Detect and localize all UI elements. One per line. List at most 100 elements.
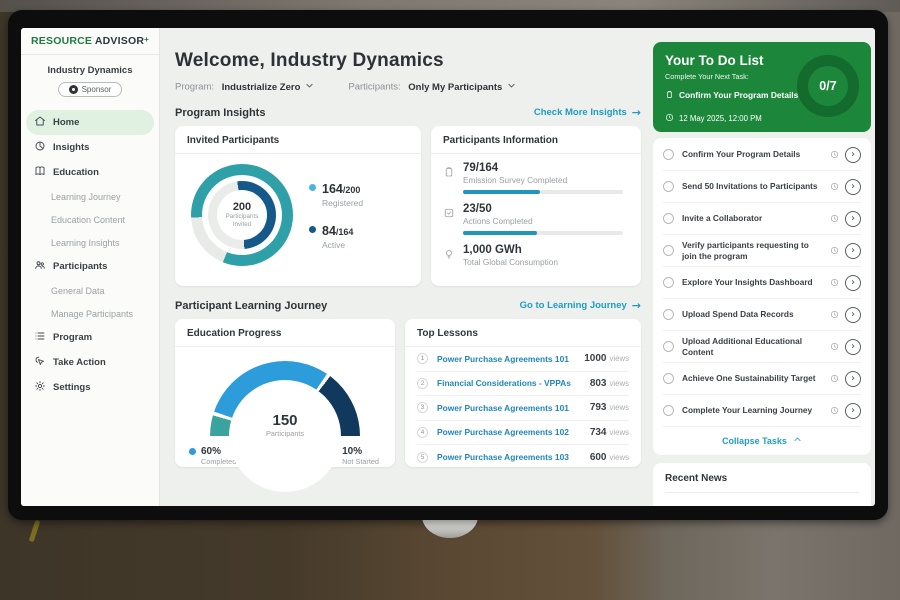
invited-participants-card: Invited Participants 200 Participants In… xyxy=(175,126,421,286)
task-go-button[interactable]: › xyxy=(845,243,861,259)
task-label: Explore Your Insights Dashboard xyxy=(682,277,825,288)
invited-donut-chart: 200 Participants Invited xyxy=(191,164,293,266)
sidebar-item-education-content[interactable]: Education Content xyxy=(21,208,159,231)
check-more-insights-link[interactable]: Check More Insights → xyxy=(534,106,641,119)
task-label: Upload Additional Educational Content xyxy=(682,336,825,358)
sidebar-item-label: Program xyxy=(53,332,92,343)
sidebar-item-program[interactable]: Program xyxy=(21,325,159,350)
lesson-row-4[interactable]: 4 Power Purchase Agreements 102 734 view… xyxy=(417,421,629,446)
task-go-button[interactable]: › xyxy=(845,403,861,419)
task-row-5[interactable]: Explore Your Insights Dashboard › xyxy=(663,267,861,299)
task-row-4[interactable]: Verify participants requesting to join t… xyxy=(663,235,861,267)
task-checkbox[interactable] xyxy=(663,245,674,256)
sidebar-item-learning-insights[interactable]: Learning Insights xyxy=(21,231,159,254)
task-go-button[interactable]: › xyxy=(845,339,861,355)
stat-global-consumption: 1,000 GWh Total Global Consumption xyxy=(443,244,627,267)
clock-icon xyxy=(830,274,839,292)
task-row-7[interactable]: Upload Additional Educational Content › xyxy=(663,331,861,363)
sidebar-item-participants[interactable]: Participants xyxy=(21,254,159,279)
collapse-tasks-label: Collapse Tasks xyxy=(722,436,787,446)
task-go-button[interactable]: › xyxy=(845,211,861,227)
invited-legend: 164/200 Registered 84/164 Active xyxy=(309,180,363,250)
task-go-button[interactable]: › xyxy=(845,147,861,163)
brand-name-2: ADVISOR xyxy=(95,35,144,47)
program-dropdown-value: Industrialize Zero xyxy=(222,82,301,93)
gear-icon xyxy=(34,380,46,395)
gauge-label: Participants xyxy=(210,429,360,438)
lesson-views: 1000 xyxy=(584,353,606,364)
people-icon xyxy=(34,259,46,274)
lesson-link[interactable]: Power Purchase Agreements 101 xyxy=(437,403,590,413)
task-checkbox[interactable] xyxy=(663,277,674,288)
task-go-button[interactable]: › xyxy=(845,179,861,195)
todo-progress-ring: 0/7 xyxy=(797,55,859,117)
program-dropdown[interactable]: Industrialize Zero xyxy=(222,81,315,93)
task-row-1[interactable]: Confirm Your Program Details › xyxy=(663,139,861,171)
sidebar-item-manage-participants[interactable]: Manage Participants xyxy=(21,302,159,325)
emission-survey-label: Emission Survey Completed xyxy=(463,175,623,185)
go-to-learning-journey-link[interactable]: Go to Learning Journey → xyxy=(520,299,641,312)
clock-icon xyxy=(830,178,839,196)
education-progress-title: Education Progress xyxy=(175,319,395,347)
task-go-button[interactable]: › xyxy=(845,275,861,291)
task-checkbox[interactable] xyxy=(663,309,674,320)
task-checkbox[interactable] xyxy=(663,341,674,352)
sidebar-item-learning-journey[interactable]: Learning Journey xyxy=(21,185,159,208)
lesson-link[interactable]: Power Purchase Agreements 101 xyxy=(437,354,584,364)
lesson-row-2[interactable]: 2 Financial Considerations - VPPAs 803 v… xyxy=(417,372,629,397)
lesson-link[interactable]: Power Purchase Agreements 103 xyxy=(437,452,590,462)
brand-name-1: RESOURCE xyxy=(31,35,92,47)
lesson-link[interactable]: Power Purchase Agreements 102 xyxy=(437,427,590,437)
sidebar-item-label: Insights xyxy=(53,142,89,153)
sidebar-item-insights[interactable]: Insights xyxy=(21,135,159,160)
lesson-row-3[interactable]: 3 Power Purchase Agreements 101 793 view… xyxy=(417,396,629,421)
task-checkbox[interactable] xyxy=(663,405,674,416)
lesson-views: 600 xyxy=(590,452,607,463)
views-word: views xyxy=(610,379,630,388)
learning-journey-heading: Participant Learning Journey xyxy=(175,300,327,312)
stat-actions-completed: 23/50 Actions Completed xyxy=(443,203,627,235)
task-checkbox[interactable] xyxy=(663,149,674,160)
arrow-right-icon: → xyxy=(632,106,641,119)
task-row-2[interactable]: Send 50 Invitations to Participants › xyxy=(663,171,861,203)
top-lessons-title: Top Lessons xyxy=(405,319,641,347)
active-value: 84 xyxy=(322,224,336,238)
task-go-button[interactable]: › xyxy=(845,307,861,323)
task-checkbox[interactable] xyxy=(663,373,674,384)
lesson-row-1[interactable]: 1 Power Purchase Agreements 101 1000 vie… xyxy=(417,347,629,372)
task-checkbox[interactable] xyxy=(663,181,674,192)
task-label: Confirm Your Program Details xyxy=(682,149,825,160)
sidebar-item-settings[interactable]: Settings xyxy=(21,375,159,400)
background-leaf xyxy=(29,520,41,542)
task-checkbox[interactable] xyxy=(663,213,674,224)
todo-counter: 0/7 xyxy=(819,79,836,93)
task-row-3[interactable]: Invite a Collaborator › xyxy=(663,203,861,235)
sidebar-item-label: Learning Journey xyxy=(51,192,121,202)
task-row-9[interactable]: Complete Your Learning Journey › xyxy=(663,395,861,427)
task-row-8[interactable]: Achieve One Sustainability Target › xyxy=(663,363,861,395)
sidebar-item-general-data[interactable]: General Data xyxy=(21,279,159,302)
lesson-views: 793 xyxy=(590,402,607,413)
completed-dot-icon xyxy=(189,448,196,455)
sidebar-item-education[interactable]: Education xyxy=(21,160,159,185)
task-label: Send 50 Invitations to Participants xyxy=(682,181,825,192)
education-progress-card: Education Progress 150 Participants xyxy=(175,319,395,467)
task-row-6[interactable]: Upload Spend Data Records › xyxy=(663,299,861,331)
participants-filter-label: Participants: xyxy=(348,82,400,93)
pie-chart-icon xyxy=(34,140,46,155)
rank-badge: 2 xyxy=(417,378,428,389)
invited-label-line2: Invited xyxy=(233,221,252,229)
participants-dropdown[interactable]: Only My Participants xyxy=(408,81,516,93)
views-word: views xyxy=(610,403,630,412)
sidebar-item-take-action[interactable]: Take Action xyxy=(21,350,159,375)
task-go-button[interactable]: › xyxy=(845,371,861,387)
actions-completed-value: 23/50 xyxy=(463,203,623,215)
clock-icon xyxy=(830,402,839,420)
lesson-row-5[interactable]: 5 Power Purchase Agreements 103 600 view… xyxy=(417,445,629,470)
collapse-tasks-link[interactable]: Collapse Tasks xyxy=(663,427,861,455)
legend-registered: 164/200 Registered xyxy=(309,180,363,208)
monitor-bezel: RESOURCE ADVISOR+ Industry Dynamics Spon… xyxy=(8,10,888,520)
todo-summary-panel: Your To Do List Complete Your Next Task:… xyxy=(653,42,871,132)
lesson-link[interactable]: Financial Considerations - VPPAs xyxy=(437,378,590,388)
sidebar-item-home[interactable]: Home xyxy=(26,110,154,135)
